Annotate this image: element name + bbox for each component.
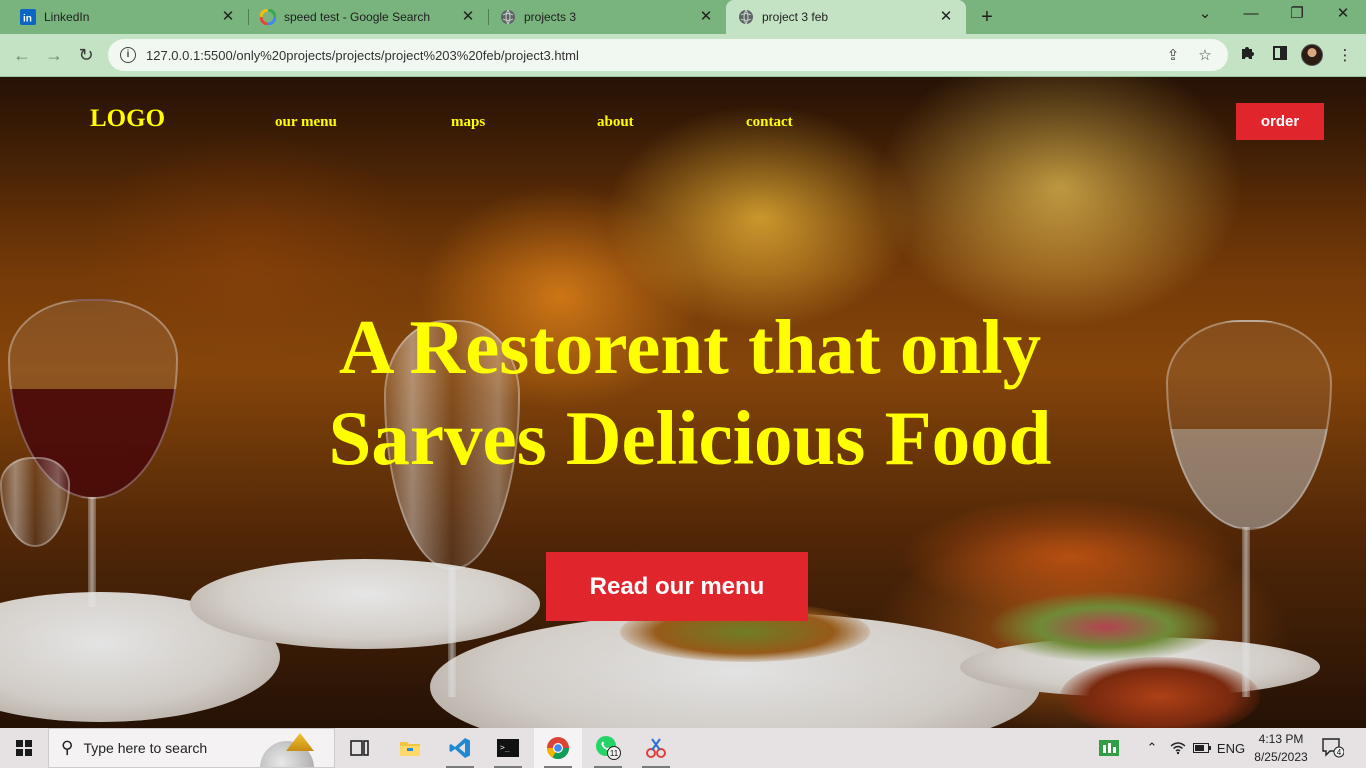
site-logo[interactable]: LOGO (90, 105, 165, 133)
start-button[interactable] (0, 728, 48, 768)
taskbar-search-box[interactable]: ⚲ Type here to search (48, 728, 335, 768)
wifi-icon[interactable] (1166, 728, 1190, 768)
svg-text:>_: >_ (500, 743, 510, 752)
tab-search-chevron-icon[interactable]: ⌄ (1182, 0, 1228, 30)
browser-tab-strip: in LinkedIn ✕ speed test - Google Search… (0, 0, 1366, 34)
hero-heading: A Restorent that only Sarves Delicious F… (240, 302, 1140, 484)
side-panel-icon[interactable] (1268, 44, 1292, 68)
hero-heading-line-2: Sarves Delicious Food (328, 395, 1052, 481)
close-tab-icon[interactable]: ✕ (220, 9, 236, 25)
tab-title: LinkedIn (44, 10, 90, 24)
windows-logo-icon (16, 740, 32, 756)
whatsapp-icon[interactable]: 11 (584, 728, 632, 768)
whatsapp-badge: 11 (610, 749, 619, 758)
new-tab-button[interactable]: + (974, 5, 1000, 29)
notification-center-icon[interactable]: 4 (1322, 738, 1345, 758)
minimize-button[interactable]: — (1228, 0, 1274, 30)
close-tab-icon[interactable]: ✕ (938, 9, 954, 25)
tab-linkedin[interactable]: in LinkedIn ✕ (8, 0, 248, 34)
search-icon: ⚲ (61, 738, 74, 757)
clock-time: 4:13 PM (1258, 732, 1304, 746)
address-bar[interactable]: i 127.0.0.1:5500/only%20projects/project… (108, 39, 1228, 71)
svg-text:in: in (23, 14, 32, 25)
order-button[interactable]: order (1236, 103, 1324, 140)
hero-heading-line-1: A Restorent that only (338, 304, 1042, 390)
browser-menu-icon[interactable]: ⋮ (1333, 44, 1357, 68)
forward-button[interactable]: → (40, 41, 68, 69)
linkedin-icon: in (20, 9, 36, 25)
show-hidden-icons-chevron-icon[interactable]: ⌃ (1142, 728, 1162, 768)
taskbar-clock[interactable]: 4:13 PM 8/25/2023 (1252, 730, 1310, 766)
search-placeholder: Type here to search (83, 740, 208, 756)
tab-title: project 3 feb (762, 10, 829, 24)
snipping-tool-icon[interactable] (632, 728, 680, 768)
system-app-tray-icon[interactable] (1094, 728, 1124, 768)
bookmark-star-icon[interactable]: ☆ (1194, 46, 1216, 64)
nav-link-contact[interactable]: contact (746, 114, 793, 131)
back-button[interactable]: ← (8, 41, 36, 69)
language-indicator[interactable]: ENG (1214, 728, 1248, 768)
google-icon (260, 9, 276, 25)
site-info-icon[interactable]: i (120, 47, 136, 63)
url-text[interactable]: 127.0.0.1:5500/only%20projects/projects/… (146, 48, 1152, 63)
globe-icon (500, 9, 516, 25)
share-icon[interactable]: ⇪ (1162, 46, 1184, 64)
close-tab-icon[interactable]: ✕ (698, 9, 714, 25)
tab-google-search[interactable]: speed test - Google Search ✕ (248, 0, 488, 34)
close-window-button[interactable]: ✕ (1320, 0, 1366, 30)
file-explorer-icon[interactable] (386, 728, 434, 768)
tab-title: speed test - Google Search (284, 10, 431, 24)
tab-project-3-feb[interactable]: project 3 feb ✕ (726, 0, 966, 34)
profile-avatar[interactable] (1301, 44, 1323, 66)
vscode-icon[interactable] (436, 728, 484, 768)
restore-button[interactable]: ❐ (1274, 0, 1320, 30)
chrome-icon[interactable] (534, 728, 582, 768)
notification-count: 4 (1337, 748, 1342, 757)
read-menu-button[interactable]: Read our menu (546, 552, 808, 621)
terminal-icon[interactable]: >_ (484, 728, 532, 768)
reload-button[interactable]: ↻ (72, 41, 100, 69)
tab-title: projects 3 (524, 10, 577, 24)
globe-icon (738, 9, 754, 25)
windows-taskbar: ⚲ Type here to search >_ 11 ⌃ ENG 4:13 P… (0, 728, 1366, 768)
clock-date: 8/25/2023 (1254, 750, 1308, 764)
task-view-icon[interactable] (336, 728, 384, 768)
battery-icon[interactable] (1190, 728, 1214, 768)
nav-link-about[interactable]: about (597, 114, 634, 131)
nav-link-maps[interactable]: maps (451, 114, 485, 131)
extensions-icon[interactable] (1236, 44, 1260, 68)
tab-projects-3[interactable]: projects 3 ✕ (488, 0, 726, 34)
nav-link-our-menu[interactable]: our menu (275, 114, 337, 131)
browser-toolbar: ← → ↻ i 127.0.0.1:5500/only%20projects/p… (0, 34, 1366, 77)
close-tab-icon[interactable]: ✕ (460, 9, 476, 25)
hero-section: LOGO our menu maps about contact order A… (0, 77, 1366, 728)
